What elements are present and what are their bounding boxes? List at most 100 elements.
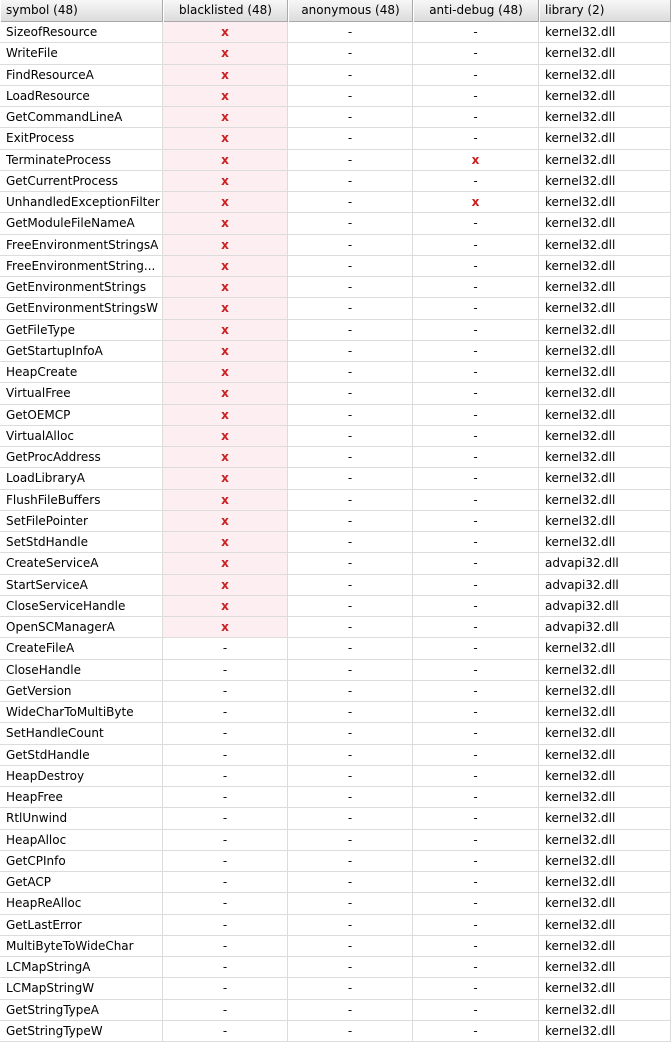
dash-mark: - xyxy=(473,110,478,124)
table-row[interactable]: GetACP - - - kernel32.dll xyxy=(0,872,671,894)
cell-symbol: WideCharToMultiByte xyxy=(0,702,163,724)
table-row[interactable]: LCMapStringW - - - kernel32.dll xyxy=(0,978,671,1000)
column-header-blacklisted[interactable]: blacklisted (48) xyxy=(163,0,288,22)
table-row[interactable]: GetCurrentProcess x - - kernel32.dll xyxy=(0,170,671,192)
table-row[interactable]: GetStringTypeA - - - kernel32.dll xyxy=(0,999,671,1021)
dash-mark: - xyxy=(473,577,478,592)
dash-mark: - xyxy=(473,535,478,549)
cell-library: kernel32.dll xyxy=(539,659,671,681)
table-row[interactable]: GetProcAddress x - - kernel32.dll xyxy=(0,447,671,469)
table-row[interactable]: FindResourceA x - - kernel32.dll xyxy=(0,64,671,86)
dash-mark: - xyxy=(473,1002,478,1017)
table-row[interactable]: GetCPInfo - - - kernel32.dll xyxy=(0,850,671,872)
table-row[interactable]: OpenSCManagerA x - - advapi32.dll xyxy=(0,617,671,639)
cell-library: kernel32.dll xyxy=(539,128,671,150)
column-header-anonymous[interactable]: anonymous (48) xyxy=(288,0,413,22)
table-row[interactable]: GetStringTypeW - - - kernel32.dll xyxy=(0,1020,671,1042)
cell-anonymous: - xyxy=(288,744,413,766)
table-row[interactable]: GetOEMCP x - - kernel32.dll xyxy=(0,404,671,426)
dash-mark: - xyxy=(347,110,353,124)
cell-symbol: OpenSCManagerA xyxy=(0,617,163,639)
cell-symbol: SetFilePointer xyxy=(0,510,163,532)
table-row[interactable]: FlushFileBuffers x - - kernel32.dll xyxy=(0,489,671,511)
table-row[interactable]: WideCharToMultiByte - - - kernel32.dll xyxy=(0,702,671,724)
table-row[interactable]: StartServiceA x - - advapi32.dll xyxy=(0,574,671,596)
x-mark-icon: x xyxy=(221,513,229,528)
cell-antidebug: - xyxy=(413,574,539,596)
table-row[interactable]: LoadLibraryA x - - kernel32.dll xyxy=(0,468,671,490)
x-mark-icon: x xyxy=(221,407,229,422)
cell-anonymous: - xyxy=(288,192,413,214)
table-row[interactable]: FreeEnvironmentStringsA x - - kernel32.dll xyxy=(0,234,671,256)
dash-mark: - xyxy=(347,216,353,231)
cell-symbol: FreeEnvironmentStringsA xyxy=(0,234,163,256)
table-row[interactable]: CreateFileA - - - kernel32.dll xyxy=(0,638,671,660)
table-row[interactable]: HeapFree - - - kernel32.dll xyxy=(0,787,671,809)
dash-mark: - xyxy=(473,131,478,146)
table-row[interactable]: LCMapStringA - - - kernel32.dll xyxy=(0,957,671,979)
table-row[interactable]: GetEnvironmentStringsW x - - kernel32.dll xyxy=(0,298,671,320)
table-row[interactable]: WriteFile x - - kernel32.dll xyxy=(0,43,671,65)
cell-antidebug: - xyxy=(413,43,539,65)
table-row[interactable]: GetFileType x - - kernel32.dll xyxy=(0,319,671,341)
table-row[interactable]: CloseServiceHandle x - - advapi32.dll xyxy=(0,595,671,617)
cell-blacklisted: - xyxy=(163,723,288,745)
cell-library: kernel32.dll xyxy=(539,213,671,235)
dash-mark: - xyxy=(347,513,353,528)
table-row[interactable]: SetHandleCount - - - kernel32.dll xyxy=(0,723,671,745)
table-row[interactable]: UnhandledExceptionFilter x - x kernel32.dll xyxy=(0,192,671,214)
cell-antidebug: - xyxy=(413,702,539,724)
table-row[interactable]: LoadResource x - - kernel32.dll xyxy=(0,85,671,107)
x-mark-icon: x xyxy=(221,492,229,507)
dash-mark: - xyxy=(473,875,478,889)
dash-mark: - xyxy=(347,726,353,741)
cell-symbol: MultiByteToWideChar xyxy=(0,935,163,957)
cell-anonymous: - xyxy=(288,107,413,129)
dash-mark: - xyxy=(473,301,478,316)
table-row[interactable]: HeapAlloc - - - kernel32.dll xyxy=(0,829,671,851)
table-row[interactable]: TerminateProcess x - x kernel32.dll xyxy=(0,149,671,171)
table-row[interactable]: ExitProcess x - - kernel32.dll xyxy=(0,128,671,150)
dash-mark: - xyxy=(347,535,353,549)
cell-antidebug: - xyxy=(413,1020,539,1042)
dash-mark: - xyxy=(222,705,228,719)
cell-blacklisted: - xyxy=(163,659,288,681)
cell-blacklisted: x xyxy=(163,192,288,214)
table-row[interactable]: GetEnvironmentStrings x - - kernel32.dll xyxy=(0,277,671,299)
column-header-symbol[interactable]: symbol (48) xyxy=(0,0,163,22)
cell-library: kernel32.dll xyxy=(539,362,671,384)
column-header-library[interactable]: library (2) xyxy=(539,0,671,22)
x-mark-icon: x xyxy=(221,25,229,39)
table-row[interactable]: HeapReAlloc - - - kernel32.dll xyxy=(0,893,671,915)
table-row[interactable]: MultiByteToWideChar - - - kernel32.dll xyxy=(0,935,671,957)
table-row[interactable]: HeapDestroy - - - kernel32.dll xyxy=(0,765,671,787)
column-header-anti-debug[interactable]: anti-debug (48) xyxy=(413,0,539,22)
dash-mark: - xyxy=(347,322,353,337)
table-row[interactable]: SetStdHandle x - - kernel32.dll xyxy=(0,532,671,554)
table-row[interactable]: VirtualFree x - - kernel32.dll xyxy=(0,383,671,405)
cell-symbol: GetOEMCP xyxy=(0,404,163,426)
table-row[interactable]: GetStartupInfoA x - - kernel32.dll xyxy=(0,340,671,362)
cell-anonymous: - xyxy=(288,850,413,872)
table-row[interactable]: GetLastError - - - kernel32.dll xyxy=(0,914,671,936)
dash-mark: - xyxy=(222,875,228,889)
table-row[interactable]: GetCommandLineA x - - kernel32.dll xyxy=(0,107,671,129)
cell-blacklisted: x xyxy=(163,510,288,532)
table-row[interactable]: SizeofResource x - - kernel32.dll xyxy=(0,22,671,44)
table-row[interactable]: SetFilePointer x - - kernel32.dll xyxy=(0,510,671,532)
cell-symbol: TerminateProcess xyxy=(0,149,163,171)
cell-antidebug: - xyxy=(413,170,539,192)
table-row[interactable]: GetStdHandle - - - kernel32.dll xyxy=(0,744,671,766)
dash-mark: - xyxy=(473,811,478,826)
table-row[interactable]: RtlUnwind - - - kernel32.dll xyxy=(0,808,671,830)
table-row[interactable]: GetModuleFileNameA x - - kernel32.dll xyxy=(0,213,671,235)
table-row[interactable]: VirtualAlloc x - - kernel32.dll xyxy=(0,425,671,447)
table-row[interactable]: CloseHandle - - - kernel32.dll xyxy=(0,659,671,681)
table-row[interactable]: CreateServiceA x - - advapi32.dll xyxy=(0,553,671,575)
table-row[interactable]: FreeEnvironmentString... x - - kernel32.dll xyxy=(0,255,671,277)
table-row[interactable]: GetVersion - - - kernel32.dll xyxy=(0,680,671,702)
table-row[interactable]: HeapCreate x - - kernel32.dll xyxy=(0,362,671,384)
cell-blacklisted: x xyxy=(163,107,288,129)
dash-mark: - xyxy=(473,598,478,613)
cell-blacklisted: x xyxy=(163,617,288,639)
